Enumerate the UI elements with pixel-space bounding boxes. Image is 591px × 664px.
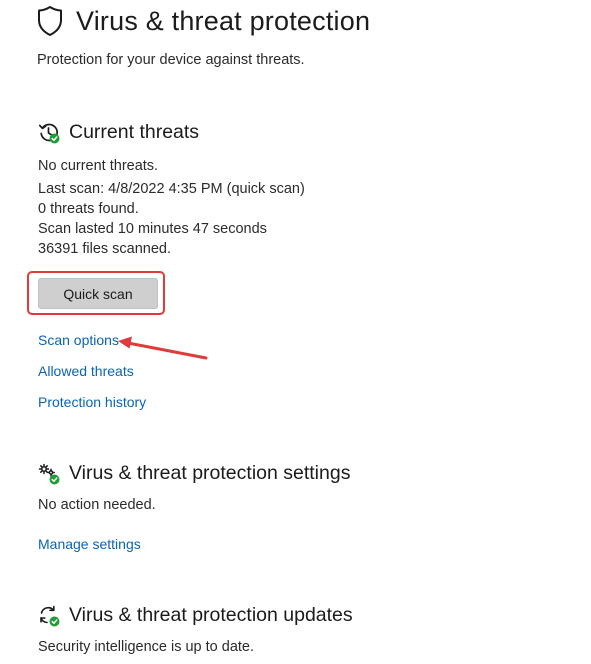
last-scan-text: Last scan: 4/8/2022 4:35 PM (quick scan) xyxy=(38,181,305,197)
manage-settings-link[interactable]: Manage settings xyxy=(38,535,141,553)
updates-status: Security intelligence is up to date. xyxy=(38,639,255,655)
current-threats-title: Current threats xyxy=(69,121,200,143)
allowed-threats-link[interactable]: Allowed threats xyxy=(38,362,134,380)
settings-gear-check-icon xyxy=(38,463,60,484)
page-subtitle: Protection for your device against threa… xyxy=(37,52,305,68)
protection-settings-title: Virus & threat protection settings xyxy=(69,462,351,484)
arrow-annotation-icon xyxy=(118,336,208,360)
scan-options-link[interactable]: Scan options xyxy=(38,331,119,349)
scan-duration-text: Scan lasted 10 minutes 47 seconds xyxy=(38,221,267,237)
protection-settings-header: Virus & threat protection settings xyxy=(38,462,350,485)
shield-icon xyxy=(38,6,62,36)
protection-updates-header: Virus & threat protection updates xyxy=(38,604,353,627)
protection-updates-title: Virus & threat protection updates xyxy=(69,604,353,626)
settings-status: No action needed. xyxy=(38,497,156,513)
protection-history-link[interactable]: Protection history xyxy=(38,393,146,411)
current-threats-status: No current threats. xyxy=(38,158,159,174)
current-threats-header: Current threats xyxy=(38,121,199,144)
threat-history-icon xyxy=(38,123,60,143)
update-refresh-check-icon xyxy=(40,605,60,626)
page-header: Virus & threat protection xyxy=(36,3,370,39)
files-scanned-text: 36391 files scanned. xyxy=(38,241,172,257)
page-title: Virus & threat protection xyxy=(76,5,371,36)
threats-found-text: 0 threats found. xyxy=(38,201,139,217)
quick-scan-button[interactable]: Quick scan xyxy=(38,278,158,309)
virus-threat-protection-page: Virus & threat protection Protection for… xyxy=(0,0,591,664)
